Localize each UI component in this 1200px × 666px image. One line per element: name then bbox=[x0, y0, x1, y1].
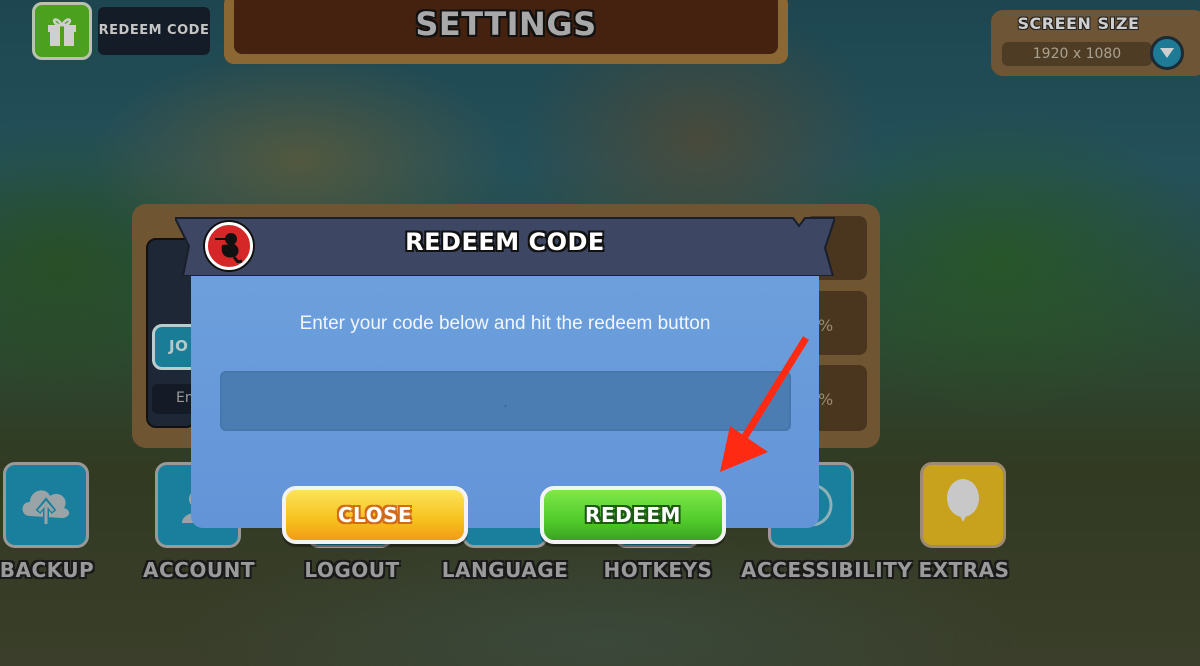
extras-button[interactable] bbox=[920, 462, 1006, 548]
account-label: ACCOUNT bbox=[143, 558, 255, 582]
hotkeys-label: HOTKEYS bbox=[603, 558, 713, 582]
screen-size-title: SCREEN SIZE bbox=[1017, 14, 1140, 33]
page-title: SETTINGS bbox=[415, 5, 597, 43]
redeem-button-label: REDEEM bbox=[585, 503, 681, 527]
extras-label: EXTRAS bbox=[918, 558, 1010, 582]
gift-icon bbox=[48, 18, 76, 46]
percent-text: % bbox=[818, 390, 834, 409]
close-button-label: CLOSE bbox=[337, 503, 413, 527]
language-label: LANGUAGE bbox=[441, 558, 569, 582]
backup-button[interactable] bbox=[3, 462, 89, 548]
dialog-title: REDEEM CODE bbox=[405, 228, 605, 256]
ninja-monkey-badge bbox=[205, 222, 253, 270]
balloon-icon bbox=[947, 479, 979, 522]
backup-label: BACKUP bbox=[0, 558, 95, 582]
percent-text: % bbox=[818, 316, 834, 335]
accessibility-label: ACCESSIBILITY bbox=[741, 558, 913, 582]
screen-size-dropdown-button[interactable] bbox=[1150, 36, 1184, 70]
logout-label: LOGOUT bbox=[304, 558, 400, 582]
settings-header: SETTINGS bbox=[234, 0, 778, 54]
triangle-down-icon bbox=[1160, 48, 1174, 58]
screen-size-select[interactable]: 1920 x 1080 bbox=[1002, 42, 1152, 66]
cloud-upload-icon bbox=[22, 490, 70, 524]
redeem-code-gift-button[interactable] bbox=[32, 2, 92, 60]
close-button[interactable]: CLOSE bbox=[282, 486, 468, 544]
annotation-arrow-icon bbox=[720, 336, 809, 472]
ninja-monkey-icon bbox=[215, 233, 243, 263]
redeem-code-label[interactable]: REDEEM CODE bbox=[98, 7, 210, 55]
redeem-button[interactable]: REDEEM bbox=[540, 486, 726, 544]
